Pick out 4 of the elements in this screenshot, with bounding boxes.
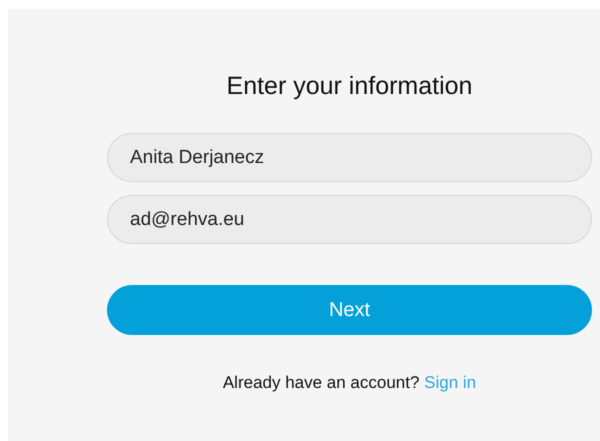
input-field[interactable]: ad@rehva.eu xyxy=(107,195,592,244)
form-title: Enter your information xyxy=(226,71,474,101)
account-prompt: Already have an account? Sign in xyxy=(222,373,478,393)
input-field[interactable]: Anita Derjanecz xyxy=(107,133,592,182)
